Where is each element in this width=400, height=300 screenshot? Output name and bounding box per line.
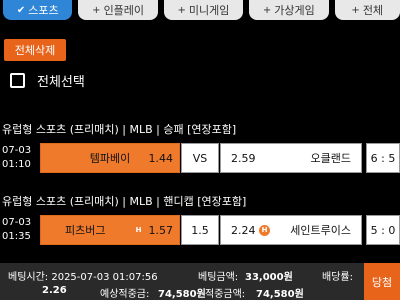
score: 6 : 5 — [366, 143, 400, 173]
bet-title: 유럽형 스포츠 (프리매치) | MLB | 핸디캡 [연장포함] — [2, 195, 247, 208]
away-team: 세인트루이스 — [290, 224, 351, 237]
home-odds: 1.57 — [148, 223, 174, 237]
tab-inplay[interactable]: + 인플레이 — [78, 0, 158, 20]
away-odds-button[interactable]: 2.59 오클랜드 — [220, 143, 362, 173]
score: 5 : 0 — [366, 215, 400, 245]
check-icon: ✔ — [16, 4, 26, 16]
bet-time: 01:10 — [2, 159, 31, 170]
away-team: 오클랜드 — [310, 152, 351, 165]
plus-icon: + — [177, 4, 186, 16]
handicap-value: 1.5 — [181, 215, 219, 245]
tab-sports[interactable]: ✔ 스포츠 — [3, 0, 73, 20]
bet-summary: 베팅시간: 2025-07-03 01:07:56 베팅금액: 33,000원 … — [0, 263, 400, 300]
expected-value: 74,580원 — [158, 289, 206, 300]
tab-label: 인플레이 — [103, 4, 145, 17]
select-all-checkbox[interactable]: 전체선택 — [10, 71, 85, 90]
plus-icon: + — [262, 4, 272, 16]
select-all-label: 전체선택 — [37, 75, 85, 90]
win-amount-value: 74,580원 — [256, 289, 304, 300]
tab-minigame[interactable]: + 미니게임 — [163, 0, 244, 20]
bet-amount-label: 베팅금액: — [198, 272, 239, 283]
result-button[interactable]: 당첨 — [364, 263, 400, 300]
handicap-badge-icon: H — [259, 224, 270, 236]
away-odds: 2.24 — [231, 223, 256, 237]
plus-icon: + — [351, 4, 360, 16]
handicap-badge-icon: H — [133, 224, 144, 236]
tab-bar: ✔ 스포츠 + 인플레이 + 미니게임 + 가상게임 + 전체 — [0, 0, 400, 20]
bet-datetime: 07-03 01:10 — [2, 144, 31, 172]
bet-amount-value: 33,000원 — [245, 272, 293, 283]
checkbox-icon[interactable] — [10, 73, 25, 88]
bet-time-text: 베팅시간: 2025-07-03 01:07:56 — [8, 272, 158, 283]
bet-date: 07-03 — [2, 217, 32, 228]
home-odds-button[interactable]: 템파베이 1.44 — [40, 143, 180, 173]
home-odds-button[interactable]: 피츠버그 H 1.57 — [40, 215, 180, 245]
vs-label: VS — [181, 143, 219, 173]
tab-all[interactable]: + 전체 — [334, 0, 400, 20]
win-amount-label: 적중금액: — [205, 289, 246, 300]
odds-label: 배당률: — [322, 272, 353, 283]
tab-label: 스포츠 — [28, 4, 59, 17]
expected-label: 예상적중금: — [100, 289, 150, 300]
bet-datetime: 07-03 01:35 — [2, 216, 31, 244]
odds-value: 2.26 — [42, 285, 67, 296]
bet-time: 01:35 — [2, 231, 31, 242]
away-odds: 2.59 — [231, 151, 256, 165]
bet-title: 유럽형 스포츠 (프리매치) | MLB | 승패 [연장포함] — [2, 123, 237, 136]
away-odds-button[interactable]: 2.24 H 세인트루이스 — [220, 215, 362, 245]
tab-label: 미니게임 — [188, 4, 230, 17]
bet-row: 07-03 01:35 피츠버그 H 1.57 1.5 2.24 H 세인트루이… — [0, 213, 400, 247]
plus-icon: + — [92, 4, 101, 16]
tab-label: 전체 — [362, 4, 384, 17]
home-team: 피츠버그 — [65, 224, 106, 237]
bet-row: 07-03 01:10 템파베이 1.44 VS 2.59 오클랜드 6 : 5 — [0, 141, 400, 175]
tab-virtual[interactable]: + 가상게임 — [249, 0, 329, 20]
tab-label: 가상게임 — [274, 4, 315, 17]
home-odds: 1.44 — [148, 151, 174, 165]
bet-date: 07-03 — [2, 145, 32, 156]
delete-all-button[interactable]: 전체삭제 — [4, 39, 66, 61]
